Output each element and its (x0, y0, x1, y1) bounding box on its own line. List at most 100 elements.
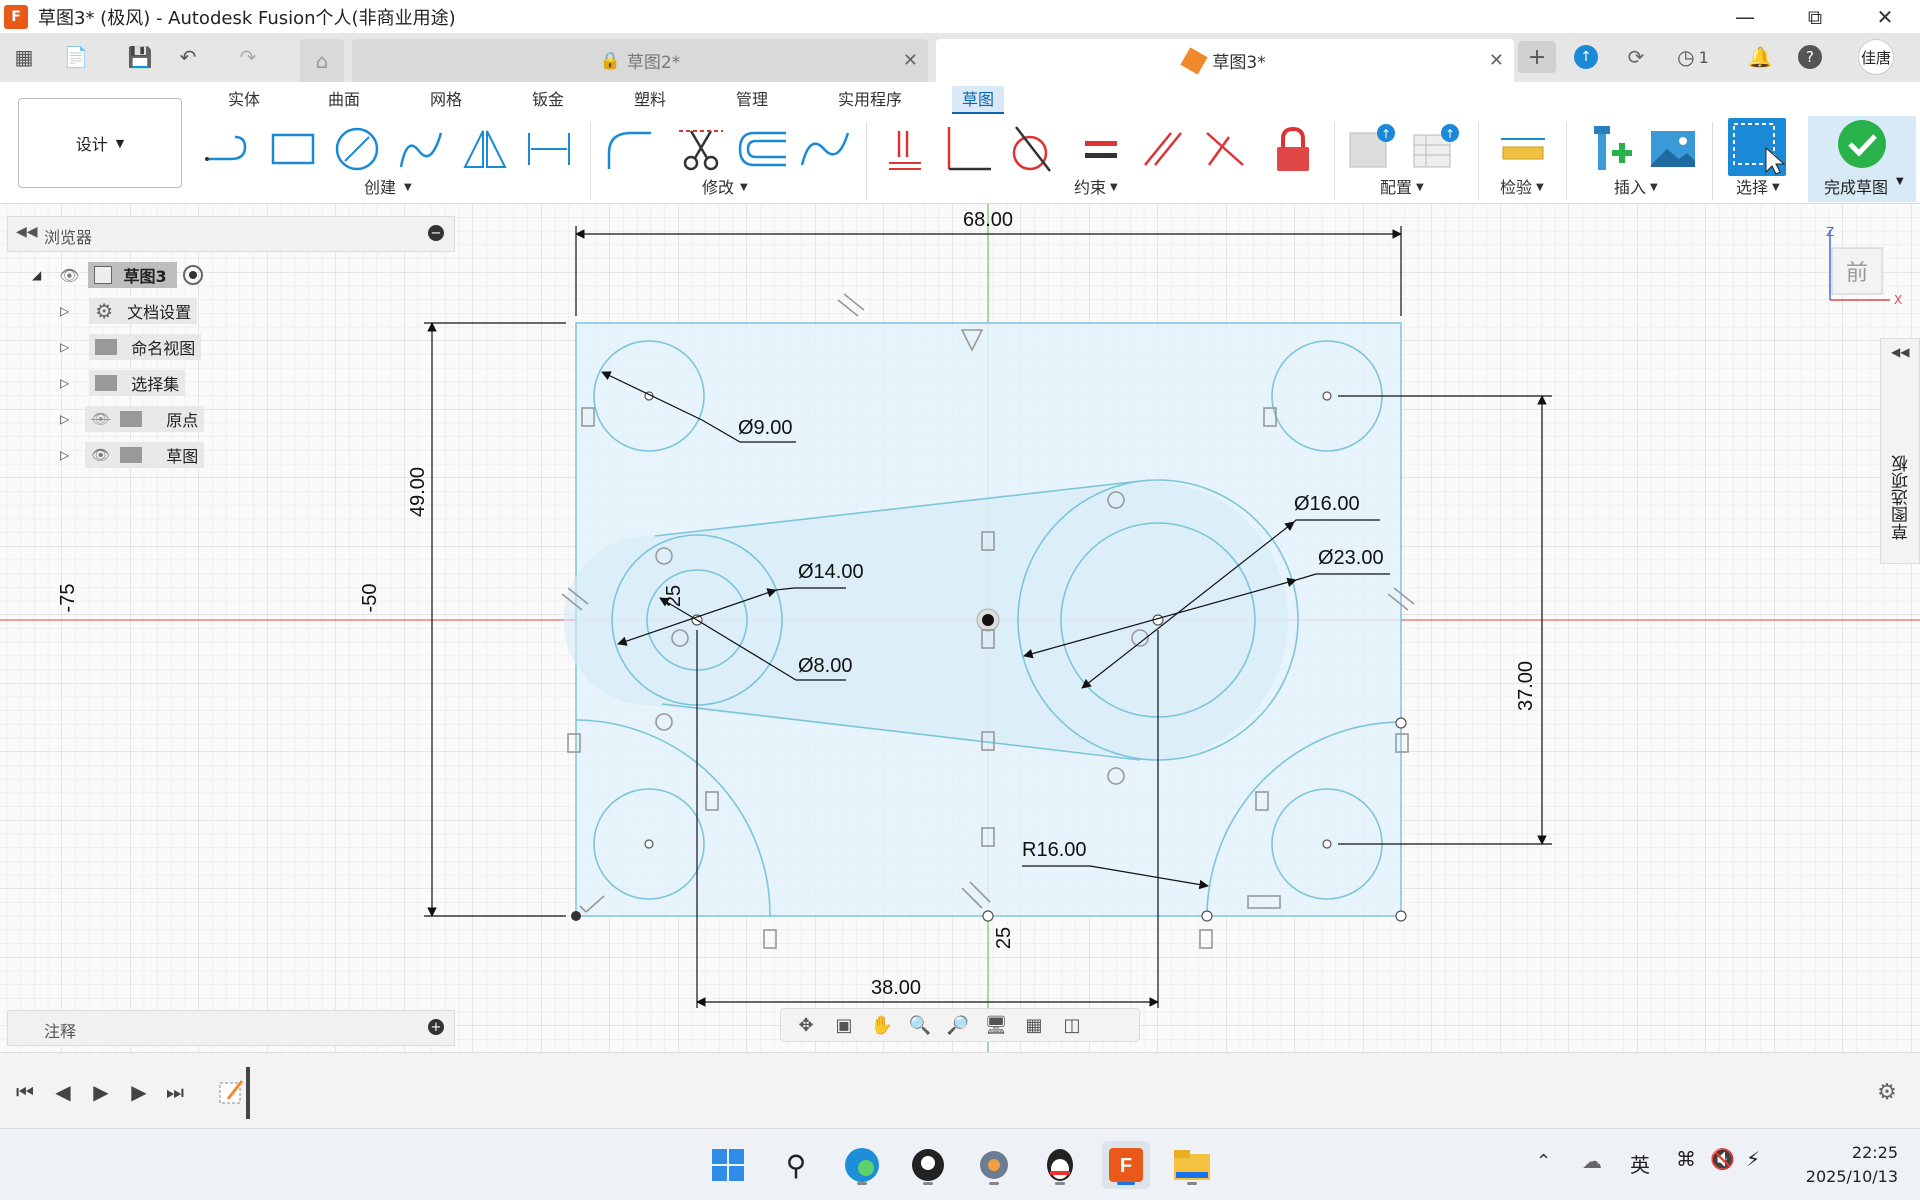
expand-triangle-icon[interactable]: ▷ (60, 412, 69, 426)
dim-37-label[interactable]: 37.00 (1515, 661, 1537, 711)
group-modify[interactable]: 修改 (702, 176, 734, 200)
insert-image-icon[interactable] (1648, 122, 1698, 176)
tree-item-doc-settings[interactable]: ▷ ⚙ 文档设置 (60, 296, 198, 326)
redo-icon[interactable]: ↷ (232, 41, 264, 73)
edge-browser-icon[interactable] (838, 1141, 886, 1189)
battery-icon[interactable]: ⚡ (1746, 1147, 1760, 1171)
activate-radio-icon[interactable] (182, 265, 203, 285)
horizontal-vertical-icon[interactable] (944, 122, 994, 176)
system-clock[interactable]: 22:25 2025/10/13 (1806, 1141, 1898, 1189)
visibility-eye-icon[interactable]: 👁 (91, 446, 110, 464)
tab-sketch3[interactable]: 草图3* ✕ (936, 39, 1514, 82)
visibility-eye-icon[interactable]: 👁 (59, 266, 79, 285)
circle-tool-icon[interactable] (332, 122, 382, 176)
dim-r16-label[interactable]: R16.00 (1022, 839, 1087, 861)
zoom-icon[interactable]: 🔍 (903, 1011, 937, 1039)
qq-app-icon[interactable] (1036, 1141, 1084, 1189)
app-grid-icon[interactable]: ▦ (8, 41, 40, 73)
group-insert[interactable]: 插入 (1614, 176, 1646, 200)
notifications-icon[interactable]: 🔔 (1744, 41, 1776, 73)
new-tab-button[interactable]: + (1518, 41, 1556, 73)
github-icon[interactable] (904, 1141, 952, 1189)
sketch-canvas[interactable]: 68.00 49.00 37.00 38.00 Ø9.00 Ø14.00 Ø8.… (0, 204, 1920, 1052)
dim-width-label[interactable]: 68.00 (963, 209, 1013, 231)
dim-height-label[interactable]: 49.00 (407, 467, 429, 517)
curve-tool-icon[interactable] (800, 122, 850, 176)
group-constrain[interactable]: 约束 (1074, 176, 1106, 200)
tab-solid[interactable]: 实体 (218, 86, 270, 114)
tab-manage[interactable]: 管理 (726, 86, 778, 114)
input-method-indicator[interactable]: 英 (1630, 1149, 1650, 1178)
fusion-taskbar-icon[interactable]: F (1102, 1141, 1150, 1189)
notes-plus-icon[interactable]: + (428, 1019, 444, 1035)
collapse-triangle-icon[interactable]: ◢ (32, 268, 41, 282)
expand-triangle-icon[interactable]: ▷ (60, 448, 69, 462)
first-step-icon[interactable]: ⏮ (10, 1077, 40, 1107)
tree-item-selection-sets[interactable]: ▷ 选择集 (60, 368, 186, 398)
windows-start-icon[interactable] (704, 1141, 752, 1189)
expand-triangle-icon[interactable]: ▷ (60, 304, 69, 318)
group-inspect[interactable]: 检验 (1500, 176, 1532, 200)
sketch-palette-panel[interactable]: ◀◀ 草图选项板 (1880, 338, 1920, 564)
next-step-icon[interactable]: ▶ (124, 1077, 154, 1107)
timeline-sketch-feature-icon[interactable] (216, 1077, 250, 1107)
pan-hand-icon[interactable]: ✋ (865, 1011, 899, 1039)
fit-icon[interactable]: 🔎 (941, 1011, 975, 1039)
timeline-settings-gear-icon[interactable]: ⚙ (1872, 1077, 1902, 1107)
mirror-tool-icon[interactable] (460, 122, 510, 176)
tree-item-sketches[interactable]: ▷ 👁 草图 (60, 440, 205, 470)
sketch-drawing[interactable]: 68.00 49.00 37.00 38.00 Ø9.00 Ø14.00 Ø8.… (0, 204, 1920, 1052)
close-tab-icon[interactable]: ✕ (1489, 50, 1504, 71)
restore-button[interactable]: ⧉ (1780, 0, 1850, 33)
browser-minus-icon[interactable]: − (428, 225, 444, 241)
configuration-rules-icon[interactable]: ↑ (1410, 122, 1460, 176)
online-status-icon[interactable]: ⟳ (1620, 41, 1652, 73)
finish-sketch-button[interactable]: 完成草图 ▼ (1808, 116, 1916, 202)
file-icon[interactable]: 📄 (60, 41, 92, 73)
tangent-tool-icon[interactable] (1006, 122, 1056, 176)
search-icon[interactable]: ⚲ (772, 1141, 820, 1189)
tree-root[interactable]: ◢ 👁 草图3 (32, 260, 203, 290)
trim-tool-icon[interactable] (676, 122, 726, 176)
insert-component-icon[interactable] (1586, 122, 1636, 176)
equal-tool-icon[interactable] (1076, 122, 1126, 176)
tab-sketch[interactable]: 草图 (952, 86, 1005, 114)
line-tool-icon[interactable] (204, 122, 254, 176)
user-avatar[interactable]: 佳唐 (1856, 39, 1896, 75)
dim-d23-label[interactable]: Ø23.00 (1318, 547, 1384, 569)
dim-d14-label[interactable]: Ø14.00 (798, 561, 864, 583)
previous-step-icon[interactable]: ◀ (48, 1077, 78, 1107)
settings-gear-app-icon[interactable] (970, 1141, 1018, 1189)
wifi-icon[interactable]: ⌘ (1676, 1147, 1696, 1171)
dimension-tool-icon[interactable] (524, 122, 574, 176)
origin-corner-point[interactable] (571, 911, 581, 921)
parallel-tool-icon[interactable] (1138, 122, 1188, 176)
close-tab-icon[interactable]: ✕ (903, 50, 918, 71)
dim-d8-label[interactable]: Ø8.00 (798, 655, 852, 677)
workspace-design-button[interactable]: 设计 ▼ (18, 98, 182, 188)
tray-overflow-chevron-icon[interactable]: ⌃ (1536, 1151, 1551, 1172)
dim-d9-label[interactable]: Ø9.00 (738, 417, 792, 439)
display-settings-icon[interactable]: 🖥 (979, 1011, 1013, 1039)
dim-38-label[interactable]: 38.00 (871, 977, 921, 999)
home-icon[interactable]: ⌂ (300, 39, 344, 82)
tab-sheet-metal[interactable]: 钣金 (522, 86, 574, 114)
help-icon[interactable]: ? (1794, 41, 1826, 73)
fix-lock-icon[interactable] (1268, 122, 1318, 176)
configuration-table-icon[interactable]: ↑ (1346, 122, 1396, 176)
group-select[interactable]: 选择 (1736, 176, 1768, 200)
hidden-eye-icon[interactable]: 👁 (91, 410, 110, 428)
coincident-tool-icon[interactable] (882, 122, 932, 176)
undo-icon[interactable]: ↶ (172, 41, 204, 73)
dim-d16-label[interactable]: Ø16.00 (1294, 493, 1360, 515)
timeline-marker[interactable] (246, 1067, 250, 1119)
tab-surface[interactable]: 曲面 (318, 86, 370, 114)
orbit-icon[interactable]: ✥ (789, 1011, 823, 1039)
file-explorer-icon[interactable] (1168, 1141, 1216, 1189)
onedrive-cloud-icon[interactable]: ☁ (1582, 1149, 1602, 1173)
look-at-icon[interactable]: ▣ (827, 1011, 861, 1039)
tab-utilities[interactable]: 实用程序 (828, 86, 912, 114)
fillet-tool-icon[interactable] (604, 122, 654, 176)
perpendicular-tool-icon[interactable] (1200, 122, 1250, 176)
expand-panel-icon[interactable]: ◀◀ (1891, 345, 1909, 359)
